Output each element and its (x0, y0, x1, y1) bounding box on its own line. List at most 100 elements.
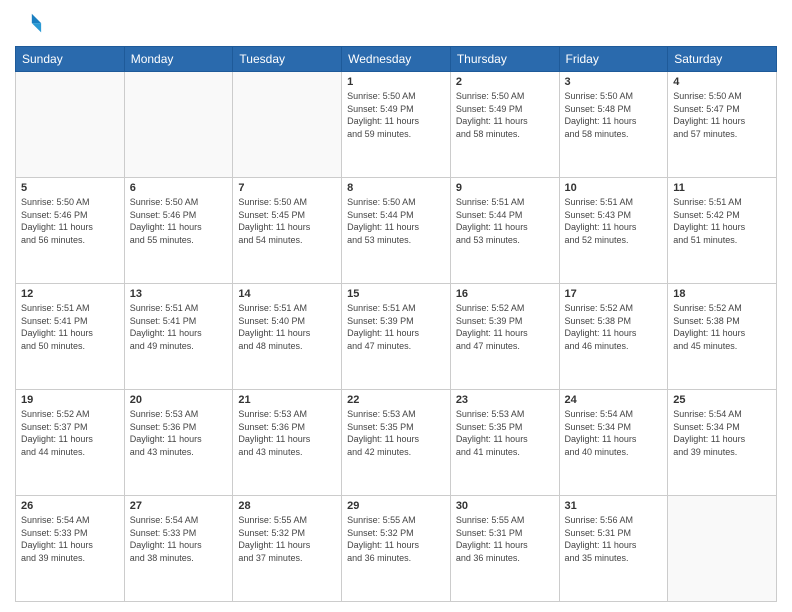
calendar-cell: 10 Sunrise: 5:51 AM Sunset: 5:43 PM Dayli… (559, 178, 668, 284)
day-number: 5 (21, 182, 119, 194)
calendar-cell (668, 496, 777, 602)
calendar-cell: 7Sunrise: 5:50 AM Sunset: 5:45 PM Daylig… (233, 178, 342, 284)
day-number: 25 (673, 394, 771, 406)
day-info: Sunrise: 5:50 AM Sunset: 5:47 PM Dayligh… (673, 90, 771, 140)
calendar-cell: 22 Sunrise: 5:53 AM Sunset: 5:35 PM Dayli… (342, 390, 451, 496)
day-info: Sunrise: 5:55 AM Sunset: 5:32 PM Dayligh… (347, 514, 445, 564)
day-number: 2 (456, 76, 554, 88)
day-info: Sunrise: 5:54 AM Sunset: 5:34 PM Dayligh… (673, 408, 771, 458)
day-info: Sunrise: 5:53 AM Sunset: 5:36 PM Dayligh… (130, 408, 228, 458)
day-number: 15 (347, 288, 445, 300)
day-info: Sunrise: 5:50 AM Sunset: 5:49 PM Dayligh… (347, 90, 445, 140)
day-number: 24 (565, 394, 663, 406)
day-info: Sunrise: 5:51 AM Sunset: 5:41 PM Dayligh… (130, 302, 228, 352)
day-info: Sunrise: 5:50 AM Sunset: 5:45 PM Dayligh… (238, 196, 336, 246)
day-info: Sunrise: 5:53 AM Sunset: 5:35 PM Dayligh… (456, 408, 554, 458)
day-info: Sunrise: 5:51 AM Sunset: 5:43 PM Dayligh… (565, 196, 663, 246)
calendar-cell: 3 Sunrise: 5:50 AM Sunset: 5:48 PM Daylig… (559, 72, 668, 178)
day-info: Sunrise: 5:50 AM Sunset: 5:46 PM Dayligh… (21, 196, 119, 246)
day-info: Sunrise: 5:51 AM Sunset: 5:44 PM Dayligh… (456, 196, 554, 246)
day-number: 27 (130, 500, 228, 512)
calendar-cell: 28 Sunrise: 5:55 AM Sunset: 5:32 PM Dayli… (233, 496, 342, 602)
weekday-header-cell: Friday (559, 47, 668, 72)
day-number: 22 (347, 394, 445, 406)
calendar-cell: 5 Sunrise: 5:50 AM Sunset: 5:46 PM Daylig… (16, 178, 125, 284)
calendar-cell: 17 Sunrise: 5:52 AM Sunset: 5:38 PM Dayli… (559, 284, 668, 390)
calendar-cell: 18 Sunrise: 5:52 AM Sunset: 5:38 PM Dayli… (668, 284, 777, 390)
calendar-cell: 20 Sunrise: 5:53 AM Sunset: 5:36 PM Dayli… (124, 390, 233, 496)
day-info: Sunrise: 5:50 AM Sunset: 5:48 PM Dayligh… (565, 90, 663, 140)
logo (15, 10, 47, 38)
weekday-header-cell: Monday (124, 47, 233, 72)
weekday-header-cell: Thursday (450, 47, 559, 72)
calendar-cell: 23 Sunrise: 5:53 AM Sunset: 5:35 PM Dayli… (450, 390, 559, 496)
calendar-body: 1Sunrise: 5:50 AM Sunset: 5:49 PM Daylig… (16, 72, 777, 602)
page: SundayMondayTuesdayWednesdayThursdayFrid… (0, 0, 792, 612)
day-info: Sunrise: 5:52 AM Sunset: 5:37 PM Dayligh… (21, 408, 119, 458)
weekday-header-cell: Saturday (668, 47, 777, 72)
day-number: 28 (238, 500, 336, 512)
day-number: 31 (565, 500, 663, 512)
calendar-cell: 15 Sunrise: 5:51 AM Sunset: 5:39 PM Dayli… (342, 284, 451, 390)
calendar-cell: 1Sunrise: 5:50 AM Sunset: 5:49 PM Daylig… (342, 72, 451, 178)
day-number: 10 (565, 182, 663, 194)
calendar-cell: 2Sunrise: 5:50 AM Sunset: 5:49 PM Daylig… (450, 72, 559, 178)
calendar-cell: 21 Sunrise: 5:53 AM Sunset: 5:36 PM Dayli… (233, 390, 342, 496)
header (15, 10, 777, 38)
day-info: Sunrise: 5:53 AM Sunset: 5:35 PM Dayligh… (347, 408, 445, 458)
calendar-week-row: 26 Sunrise: 5:54 AM Sunset: 5:33 PM Dayli… (16, 496, 777, 602)
day-number: 26 (21, 500, 119, 512)
calendar-cell: 29 Sunrise: 5:55 AM Sunset: 5:32 PM Dayli… (342, 496, 451, 602)
calendar-cell: 11 Sunrise: 5:51 AM Sunset: 5:42 PM Dayli… (668, 178, 777, 284)
day-number: 12 (21, 288, 119, 300)
day-number: 9 (456, 182, 554, 194)
day-info: Sunrise: 5:52 AM Sunset: 5:39 PM Dayligh… (456, 302, 554, 352)
calendar-cell: 12Sunrise: 5:51 AM Sunset: 5:41 PM Dayli… (16, 284, 125, 390)
calendar-cell (233, 72, 342, 178)
calendar-cell: 14 Sunrise: 5:51 AM Sunset: 5:40 PM Dayli… (233, 284, 342, 390)
calendar-cell: 31 Sunrise: 5:56 AM Sunset: 5:31 PM Dayli… (559, 496, 668, 602)
calendar-cell: 24Sunrise: 5:54 AM Sunset: 5:34 PM Dayli… (559, 390, 668, 496)
calendar-cell: 16 Sunrise: 5:52 AM Sunset: 5:39 PM Dayli… (450, 284, 559, 390)
day-number: 18 (673, 288, 771, 300)
day-info: Sunrise: 5:56 AM Sunset: 5:31 PM Dayligh… (565, 514, 663, 564)
day-info: Sunrise: 5:50 AM Sunset: 5:46 PM Dayligh… (130, 196, 228, 246)
day-info: Sunrise: 5:53 AM Sunset: 5:36 PM Dayligh… (238, 408, 336, 458)
calendar-cell: 27 Sunrise: 5:54 AM Sunset: 5:33 PM Dayli… (124, 496, 233, 602)
calendar-cell: 8Sunrise: 5:50 AM Sunset: 5:44 PM Daylig… (342, 178, 451, 284)
calendar-week-row: 1Sunrise: 5:50 AM Sunset: 5:49 PM Daylig… (16, 72, 777, 178)
calendar-cell: 6 Sunrise: 5:50 AM Sunset: 5:46 PM Daylig… (124, 178, 233, 284)
calendar-cell (124, 72, 233, 178)
day-info: Sunrise: 5:52 AM Sunset: 5:38 PM Dayligh… (565, 302, 663, 352)
weekday-header-cell: Wednesday (342, 47, 451, 72)
day-number: 29 (347, 500, 445, 512)
day-number: 13 (130, 288, 228, 300)
calendar-week-row: 12 Sunrise: 5:51 AM Sunset: 5:41 PM Dayli… (16, 284, 777, 390)
calendar-cell (16, 72, 125, 178)
calendar-cell: 13 Sunrise: 5:51 AM Sunset: 5:41 PM Dayli… (124, 284, 233, 390)
day-number: 11 (673, 182, 771, 194)
day-number: 16 (456, 288, 554, 300)
day-number: 17 (565, 288, 663, 300)
day-info: Sunrise: 5:55 AM Sunset: 5:32 PM Dayligh… (238, 514, 336, 564)
day-number: 14 (238, 288, 336, 300)
calendar-cell: 30Sunrise: 5:55 AM Sunset: 5:31 PM Dayli… (450, 496, 559, 602)
weekday-header-cell: Sunday (16, 47, 125, 72)
calendar-table: SundayMondayTuesdayWednesdayThursdayFrid… (15, 46, 777, 602)
day-number: 6 (130, 182, 228, 194)
day-info: Sunrise: 5:51 AM Sunset: 5:40 PM Dayligh… (238, 302, 336, 352)
day-number: 21 (238, 394, 336, 406)
logo-icon (15, 10, 43, 38)
day-info: Sunrise: 5:54 AM Sunset: 5:33 PM Dayligh… (130, 514, 228, 564)
day-number: 20 (130, 394, 228, 406)
day-info: Sunrise: 5:51 AM Sunset: 5:39 PM Dayligh… (347, 302, 445, 352)
day-info: Sunrise: 5:52 AM Sunset: 5:38 PM Dayligh… (673, 302, 771, 352)
calendar-cell: 26 Sunrise: 5:54 AM Sunset: 5:33 PM Dayli… (16, 496, 125, 602)
day-info: Sunrise: 5:54 AM Sunset: 5:33 PM Dayligh… (21, 514, 119, 564)
day-info: Sunrise: 5:51 AM Sunset: 5:42 PM Dayligh… (673, 196, 771, 246)
weekday-header-cell: Tuesday (233, 47, 342, 72)
day-number: 8 (347, 182, 445, 194)
day-number: 3 (565, 76, 663, 88)
calendar-week-row: 5 Sunrise: 5:50 AM Sunset: 5:46 PM Daylig… (16, 178, 777, 284)
day-number: 23 (456, 394, 554, 406)
